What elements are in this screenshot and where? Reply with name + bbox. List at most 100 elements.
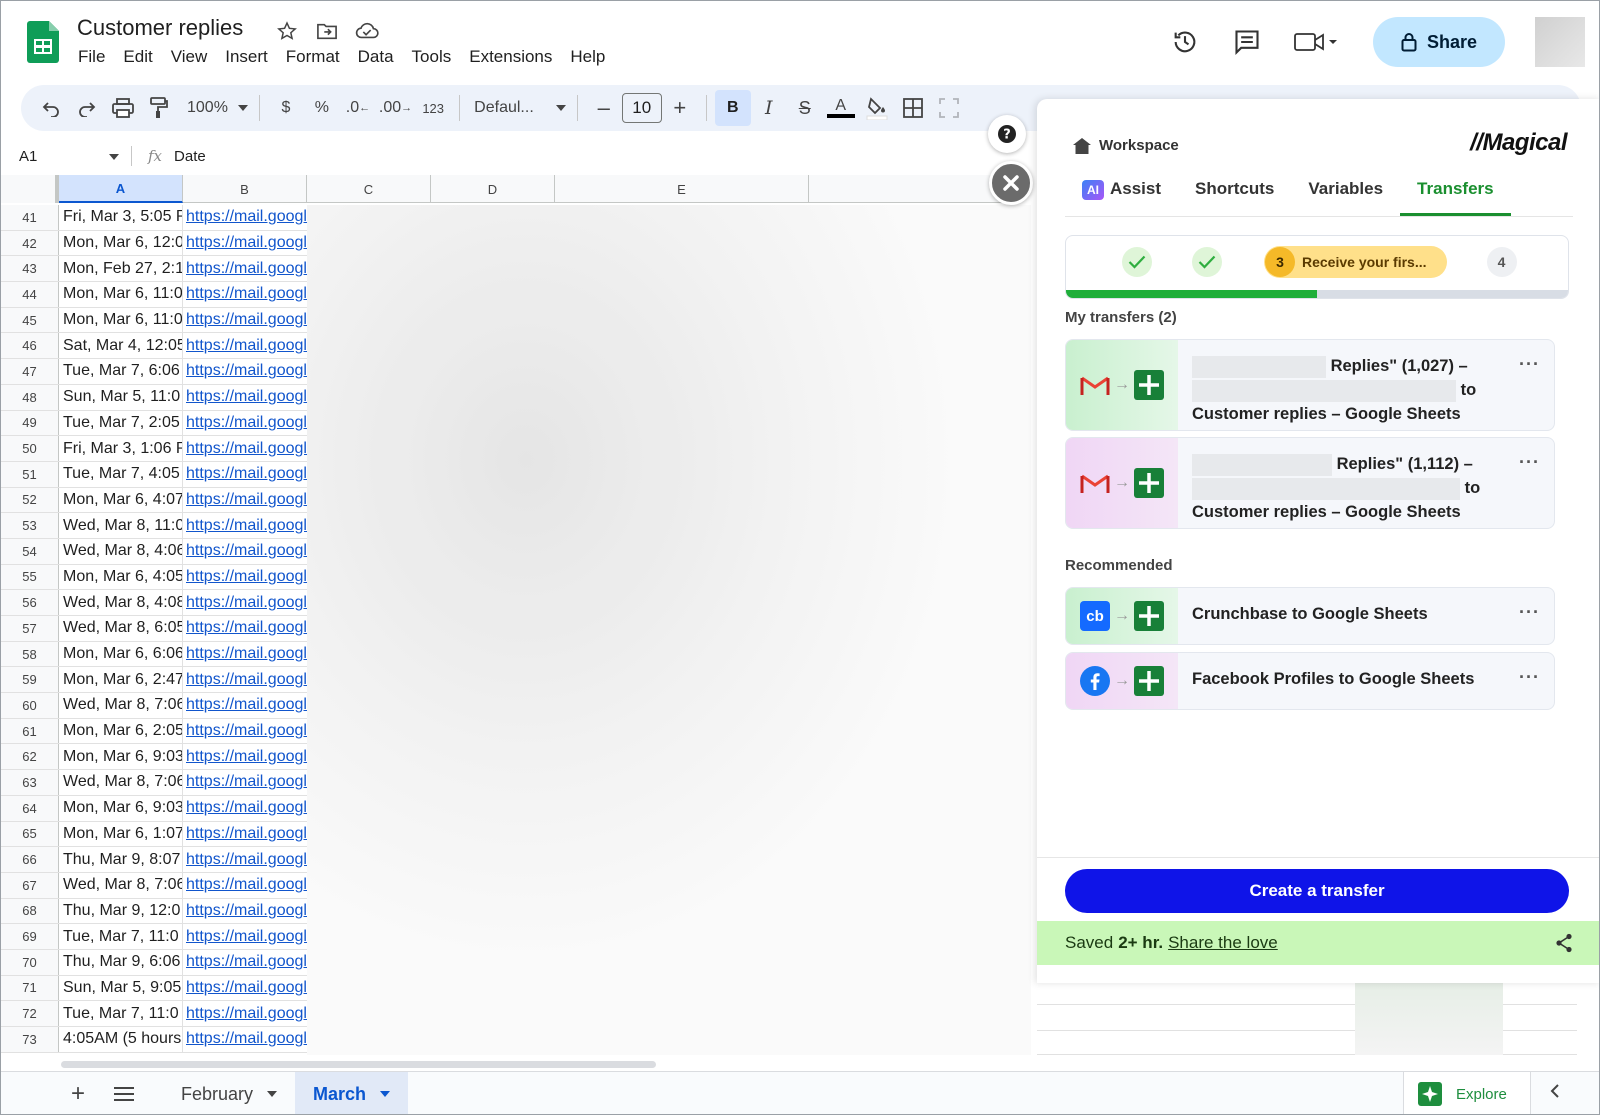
cloud-status-icon[interactable] — [353, 17, 381, 45]
step-current[interactable]: 3 Receive your firs... — [1264, 246, 1447, 278]
cell-date[interactable]: Wed, Mar 8, 7:06 — [59, 693, 183, 718]
menu-extensions[interactable]: Extensions — [460, 47, 561, 67]
increase-decimal-button[interactable]: .00 → — [376, 90, 415, 126]
decrease-font-size-icon[interactable]: – — [586, 90, 622, 126]
cell-date[interactable]: Tue, Mar 7, 2:05 — [59, 410, 183, 436]
undo-icon[interactable] — [33, 90, 69, 126]
cell-link[interactable]: https://mail.google.com — [183, 385, 307, 410]
cell-date[interactable]: Sat, Mar 4, 12:05 — [59, 333, 183, 359]
cell-link[interactable]: https://mail.google.com — [183, 642, 307, 667]
italic-button[interactable]: I — [751, 90, 787, 126]
cell-date[interactable]: Thu, Mar 9, 6:06 — [59, 949, 183, 975]
add-sheet-icon[interactable]: + — [55, 1080, 101, 1108]
column-header-e[interactable]: E — [555, 175, 809, 203]
cell-date[interactable]: Wed, Mar 8, 11:0 — [59, 513, 183, 538]
step-4[interactable]: 4 — [1486, 247, 1517, 277]
menu-insert[interactable]: Insert — [216, 47, 277, 67]
all-sheets-icon[interactable] — [101, 1087, 147, 1101]
cell-date[interactable]: Mon, Mar 6, 9:03 — [59, 795, 183, 821]
row-number[interactable]: 48 — [1, 384, 59, 410]
more-options-icon[interactable]: ··· — [1519, 450, 1540, 474]
transfer-card[interactable]: → Replies" (1,027) – to Customer replies… — [1065, 339, 1555, 431]
cell-date[interactable]: Mon, Mar 6, 2:05 — [59, 718, 183, 744]
cell-date[interactable]: Sun, Mar 5, 9:05 — [59, 975, 183, 1001]
cell-date[interactable]: Tue, Mar 7, 4:05 — [59, 461, 183, 487]
more-options-icon[interactable]: ··· — [1519, 600, 1540, 624]
row-number[interactable]: 60 — [1, 693, 59, 718]
format-percent-button[interactable]: % — [304, 90, 340, 126]
cell-link[interactable]: https://mail.google.com — [183, 924, 307, 949]
workspace-link[interactable]: Workspace — [1073, 137, 1179, 154]
star-icon[interactable] — [273, 17, 301, 45]
row-number[interactable]: 46 — [1, 333, 59, 359]
cell-date[interactable]: Mon, Mar 6, 9:03 — [59, 744, 183, 770]
tab-shortcuts[interactable]: Shortcuts — [1178, 179, 1291, 216]
cell-date[interactable]: Wed, Mar 8, 6:05 — [59, 616, 183, 641]
row-number[interactable]: 68 — [1, 898, 59, 924]
tab-transfers[interactable]: Transfers — [1400, 179, 1511, 216]
column-header-d[interactable]: D — [431, 175, 555, 203]
cell-date[interactable]: Mon, Mar 6, 6:06 — [59, 641, 183, 667]
column-header-f[interactable] — [809, 175, 1009, 203]
fill-color-icon[interactable] — [859, 90, 895, 126]
more-options-icon[interactable]: ··· — [1519, 352, 1540, 376]
cell-date[interactable]: Mon, Mar 6, 11:0 — [59, 307, 183, 333]
recommended-card[interactable]: cb → Crunchbase to Google Sheets ··· — [1065, 587, 1555, 645]
row-number[interactable]: 41 — [1, 205, 59, 230]
row-number[interactable]: 71 — [1, 975, 59, 1001]
cell-date[interactable]: Mon, Feb 27, 2:1 — [59, 256, 183, 282]
share-icon[interactable] — [1555, 933, 1573, 953]
share-the-love-link[interactable]: Share the love — [1168, 933, 1278, 953]
cell-date[interactable]: Fri, Mar 3, 1:06 PM — [59, 436, 183, 461]
row-number[interactable]: 43 — [1, 256, 59, 282]
cell-date[interactable]: Mon, Mar 6, 4:05 — [59, 564, 183, 590]
cell-link[interactable]: https://mail.google.com — [183, 976, 307, 1001]
cell-date[interactable]: Mon, Mar 6, 4:07 — [59, 487, 183, 513]
doc-title[interactable]: Customer replies — [77, 15, 243, 41]
row-number[interactable]: 50 — [1, 436, 59, 461]
cell-link[interactable]: https://mail.google.com — [183, 616, 307, 641]
version-history-icon[interactable] — [1161, 18, 1209, 66]
cell-link[interactable]: https://mail.google.com — [183, 333, 307, 358]
paint-format-icon[interactable] — [141, 90, 177, 126]
column-header-c[interactable]: C — [307, 175, 431, 203]
cell-link[interactable]: https://mail.google.com — [183, 667, 307, 692]
menu-help[interactable]: Help — [561, 47, 614, 67]
row-number[interactable]: 51 — [1, 461, 59, 487]
step-2-check-icon[interactable] — [1192, 247, 1222, 277]
text-color-button[interactable]: A — [823, 90, 859, 126]
step-1-check-icon[interactable] — [1122, 247, 1152, 277]
cell-link[interactable]: https://mail.google.com — [183, 744, 307, 769]
transfer-card[interactable]: → Replies" (1,112) – to Customer replies… — [1065, 437, 1555, 529]
explore-button[interactable]: Explore — [1403, 1072, 1531, 1114]
row-number[interactable]: 53 — [1, 513, 59, 538]
cell-date[interactable]: Mon, Mar 6, 11:0 — [59, 282, 183, 307]
cell-link[interactable]: https://mail.google.com — [183, 565, 307, 590]
cell-date[interactable]: Wed, Mar 8, 4:06 — [59, 538, 183, 564]
cell-date[interactable]: Tue, Mar 7, 11:0 — [59, 1001, 183, 1026]
zoom-select[interactable]: 100% — [177, 90, 251, 126]
row-number[interactable]: 47 — [1, 359, 59, 384]
share-button[interactable]: Share — [1373, 17, 1505, 67]
menu-format[interactable]: Format — [277, 47, 349, 67]
cell-date[interactable]: Mon, Mar 6, 1:07 — [59, 821, 183, 847]
print-icon[interactable] — [105, 90, 141, 126]
row-number[interactable]: 72 — [1, 1001, 59, 1026]
row-number[interactable]: 55 — [1, 564, 59, 590]
bold-button[interactable]: B — [714, 90, 751, 126]
cell-date[interactable]: Tue, Mar 7, 6:06 — [59, 359, 183, 384]
comments-icon[interactable] — [1223, 18, 1271, 66]
cell-link[interactable]: https://mail.google.com — [183, 513, 307, 538]
tab-assist[interactable]: AI Assist — [1065, 179, 1178, 216]
recommended-card[interactable]: → Facebook Profiles to Google Sheets ··· — [1065, 652, 1555, 710]
row-number[interactable]: 65 — [1, 821, 59, 847]
cell-link[interactable]: https://mail.google.com — [183, 462, 307, 487]
sheets-logo-icon[interactable] — [27, 21, 59, 63]
redo-icon[interactable] — [69, 90, 105, 126]
menu-file[interactable]: File — [69, 47, 114, 67]
cell-date[interactable]: Thu, Mar 9, 8:07 — [59, 847, 183, 872]
tab-variables[interactable]: Variables — [1291, 179, 1400, 216]
create-transfer-button[interactable]: Create a transfer — [1065, 869, 1569, 913]
row-number[interactable]: 73 — [1, 1027, 59, 1052]
row-number[interactable]: 42 — [1, 230, 59, 256]
